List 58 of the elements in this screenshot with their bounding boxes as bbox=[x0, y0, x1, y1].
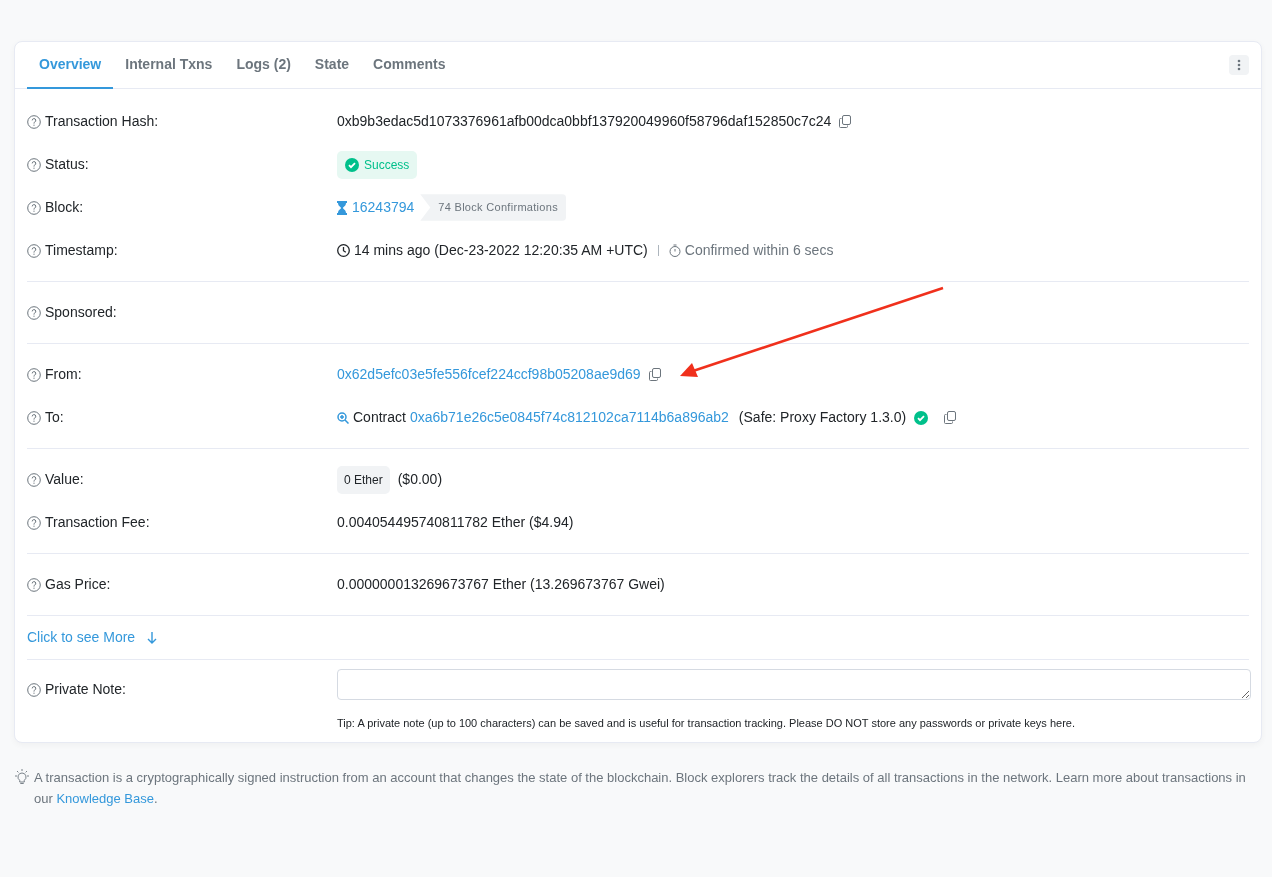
help-icon bbox=[27, 682, 41, 697]
address-link[interactable]: 0x62d5efc03e5fe556fcef224ccf98b05208ae9d69 bbox=[337, 364, 641, 385]
tab[interactable]: Internal Txns bbox=[113, 42, 225, 89]
confirmation-time: Confirmed within 6 secs bbox=[684, 241, 834, 260]
field-label: To: bbox=[45, 408, 64, 427]
copy-icon[interactable] bbox=[839, 115, 852, 128]
field-label: Timestamp: bbox=[45, 241, 118, 260]
field-value: 0.004054495740811782 Ether ($4.94) bbox=[337, 513, 574, 532]
field-label: Status: bbox=[45, 155, 89, 174]
transaction-hash: 0xb9b3edac5d1073376961afb00dca0bbf137920049960f58796daf152850c7c24 bbox=[337, 112, 832, 131]
field-label: Value: bbox=[45, 470, 84, 489]
tab[interactable]: State bbox=[302, 42, 362, 89]
copy-icon[interactable] bbox=[944, 411, 957, 424]
private-note-field[interactable] bbox=[337, 669, 1251, 700]
usd-value: ($0.00) bbox=[397, 470, 443, 489]
help-icon bbox=[27, 200, 41, 215]
tab[interactable]: Logs (2) bbox=[224, 42, 303, 89]
timestamp-text: 14 mins ago (Dec-23-2022 12:20:35 AM +UTC) bbox=[354, 241, 648, 260]
help-icon bbox=[27, 305, 41, 320]
help-icon bbox=[27, 515, 41, 530]
help-icon bbox=[27, 410, 41, 425]
contract-label: Contract bbox=[353, 408, 406, 427]
see-more-link[interactable]: Click to see More bbox=[27, 625, 158, 650]
status-text: Success bbox=[364, 156, 410, 174]
tab[interactable]: Overview bbox=[27, 42, 114, 89]
help-icon bbox=[27, 472, 41, 487]
clock-icon bbox=[337, 244, 350, 257]
field-label: Transaction Hash: bbox=[45, 112, 159, 131]
hourglass-icon bbox=[337, 200, 347, 215]
arrow-down-icon bbox=[147, 631, 158, 644]
zoom-in-icon bbox=[337, 411, 349, 424]
field-label: Private Note: bbox=[45, 680, 126, 699]
copy-icon[interactable] bbox=[648, 368, 661, 381]
tab[interactable]: Comments bbox=[361, 42, 458, 89]
footer-text: A transaction is a cryptographically signed instruction from an account that changes the state of the blockchain. Block explorers track the details of all transactions in the network. Learn more about transactions in our Knowledge Base. bbox=[34, 768, 1247, 808]
check-circle-icon bbox=[345, 157, 359, 172]
stopwatch-icon bbox=[668, 244, 681, 257]
block-link[interactable]: 16243794 bbox=[352, 197, 415, 218]
help-icon bbox=[27, 367, 41, 382]
help-icon bbox=[27, 243, 41, 258]
field-label: From: bbox=[45, 365, 82, 384]
field-value: 0.000000013269673767 Ether (13.269673767 Gwei) bbox=[337, 575, 665, 594]
help-icon bbox=[27, 157, 41, 172]
field-label: Transaction Fee: bbox=[45, 513, 150, 532]
more-options-button[interactable] bbox=[1229, 55, 1249, 75]
lightbulb-icon bbox=[14, 768, 30, 785]
confirmations-badge: 74 Block Confirmations bbox=[420, 194, 566, 221]
field-label: Gas Price: bbox=[45, 575, 111, 594]
contract-link[interactable]: 0xa6b71e26c5e0845f74c812102ca7114b6a896ab2 bbox=[409, 407, 729, 428]
field-label: Block: bbox=[45, 198, 84, 217]
help-icon bbox=[27, 577, 41, 592]
tip-text: Tip: A private note (up to 100 characters) can be saved and is useful for transaction tracking. Please DO NOT store any passwords or private keys here. bbox=[337, 716, 1076, 731]
field-label: Sponsored: bbox=[45, 303, 117, 322]
help-icon bbox=[27, 114, 41, 129]
knowledge-base-link[interactable]: Knowledge Base bbox=[56, 790, 154, 806]
ether-amount: 0 Ether bbox=[337, 465, 390, 494]
kebab-menu-icon bbox=[1237, 59, 1241, 71]
contract-name: (Safe: Proxy Factory 1.3.0) bbox=[738, 408, 907, 427]
